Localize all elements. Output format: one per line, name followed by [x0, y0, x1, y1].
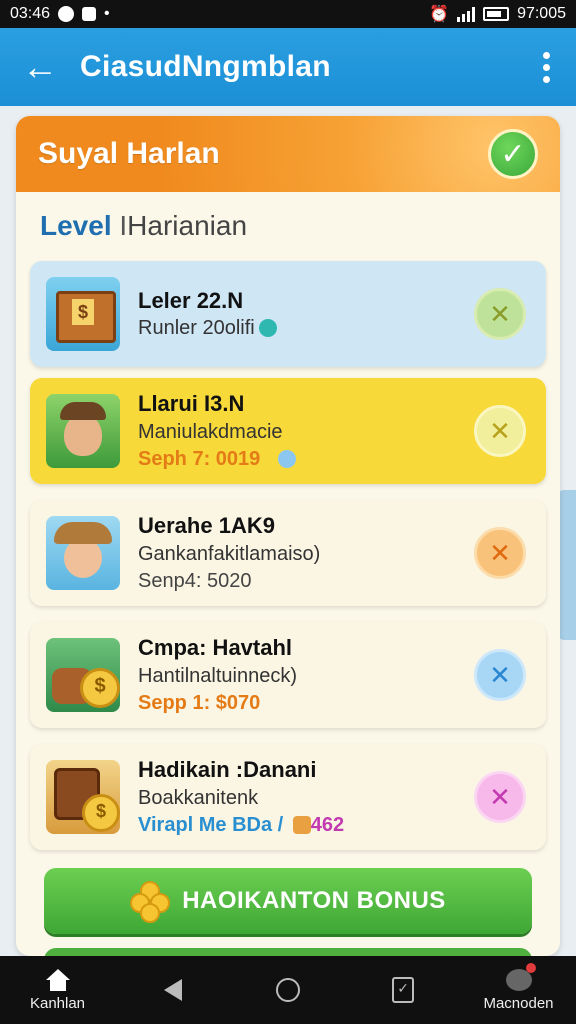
notification-icon [58, 6, 75, 22]
task-detail: Seph 7: 0019 [138, 447, 261, 470]
task-detail: Virapl Me BDa / [138, 813, 284, 836]
alarm-icon: ⏰ [429, 6, 450, 23]
dismiss-task-button[interactable]: ✕ [474, 649, 526, 701]
task-subtitle: Gankanfakitlamaiso) [138, 542, 321, 565]
girl-avatar-icon [46, 516, 120, 590]
level-separator: I [119, 210, 128, 241]
task-detail: Senp4: 5020 [138, 569, 252, 592]
level-heading: Level IHarianian [16, 192, 560, 258]
task-title: Uerahe 1AK9 [138, 513, 275, 539]
app-title: CiasudNngmblan [80, 50, 331, 83]
more-options-icon[interactable] [516, 28, 576, 106]
dismiss-task-button[interactable]: ✕ [474, 405, 526, 457]
task-subtitle: Boakkanitenk [138, 786, 259, 809]
nav-back[interactable] [115, 956, 230, 1024]
nav-messages[interactable]: Macnoden [461, 956, 576, 1024]
nav-home-label: Kanhlan [29, 994, 86, 1012]
bottom-navigation: Kanhlan Macnoden [0, 956, 576, 1024]
task-title: Leler 22.N [138, 287, 244, 313]
claim-bonus-button[interactable]: HAOIKANTON BONUS [44, 868, 532, 934]
task-detail: Sepp 1: $070 [138, 691, 261, 714]
task-item[interactable]: Llarui I3.N Maniulakdmacie Seph 7: 0019 … [30, 378, 546, 484]
scroll-indicator [558, 490, 576, 640]
gem-icon [292, 815, 311, 834]
task-title: Llarui I3.N [138, 391, 245, 417]
signal-icon [457, 6, 476, 22]
nav-messages-label: Macnoden [483, 994, 554, 1012]
status-bar: 03:46 • ⏰ 97:005 [0, 0, 576, 28]
task-item[interactable]: Hadikain :Danani Boakkanitenk Virapl Me … [30, 744, 546, 850]
task-subtitle: Hantilnaltuinneck) [138, 664, 297, 687]
money-bag-icon [46, 760, 120, 834]
daily-tasks-card: Suyal Harlan ✓ Level IHarianian Leler 22… [16, 116, 560, 956]
task-subtitle: Maniulakdmacie [138, 420, 283, 443]
task-item[interactable]: Uerahe 1AK9 Gankanfakitlamaiso) Senp4: 5… [30, 500, 546, 606]
app-notification-icon [82, 7, 97, 21]
status-right-text: 97:005 [517, 5, 566, 22]
nav-tasks[interactable] [346, 956, 461, 1024]
dismiss-task-button[interactable]: ✕ [474, 527, 526, 579]
task-title: Cmpa: Havtahl [138, 635, 293, 661]
task-title: Hadikain :Danani [138, 757, 317, 783]
check-shield-icon [258, 319, 277, 338]
app-bar: ← CiasudNngmblan [0, 28, 576, 106]
check-icon[interactable]: ✓ [488, 129, 538, 179]
coins-icon [46, 638, 120, 712]
status-time: 03:46 [10, 5, 51, 22]
card-header: Suyal Harlan ✓ [16, 116, 560, 192]
level-value: Harianian [127, 210, 248, 241]
chat-icon [505, 962, 536, 991]
task-subtitle: Runler 20olifi [138, 317, 255, 340]
back-arrow-icon[interactable]: ← [0, 28, 80, 106]
treasure-chest-icon [46, 277, 120, 351]
dismiss-task-button[interactable]: ✕ [474, 771, 526, 823]
nav-home-circle[interactable] [231, 956, 346, 1024]
clover-icon [130, 881, 171, 923]
task-detail-extra: 462 [310, 813, 345, 836]
card-title: Suyal Harlan [38, 137, 220, 170]
boy-avatar-icon [46, 394, 120, 468]
back-triangle-icon [163, 979, 182, 1001]
dismiss-task-button[interactable]: ✕ [474, 288, 526, 340]
home-icon [45, 968, 71, 991]
task-item[interactable]: Cmpa: Havtahl Hantilnaltuinneck) Sepp 1:… [30, 622, 546, 728]
clipboard-icon [392, 977, 415, 1003]
more-notifications-icon: • [104, 5, 110, 22]
download-icon [278, 449, 297, 468]
level-label: Level [40, 210, 112, 241]
nav-home[interactable]: Kanhlan [0, 956, 115, 1024]
task-item[interactable]: Leler 22.N Runler 20olifi ✕ [30, 261, 546, 367]
home-circle-icon [276, 978, 300, 1002]
battery-icon [483, 7, 510, 21]
next-button-peek [44, 948, 532, 956]
bonus-button-label: HAOIKANTON BONUS [182, 887, 446, 914]
